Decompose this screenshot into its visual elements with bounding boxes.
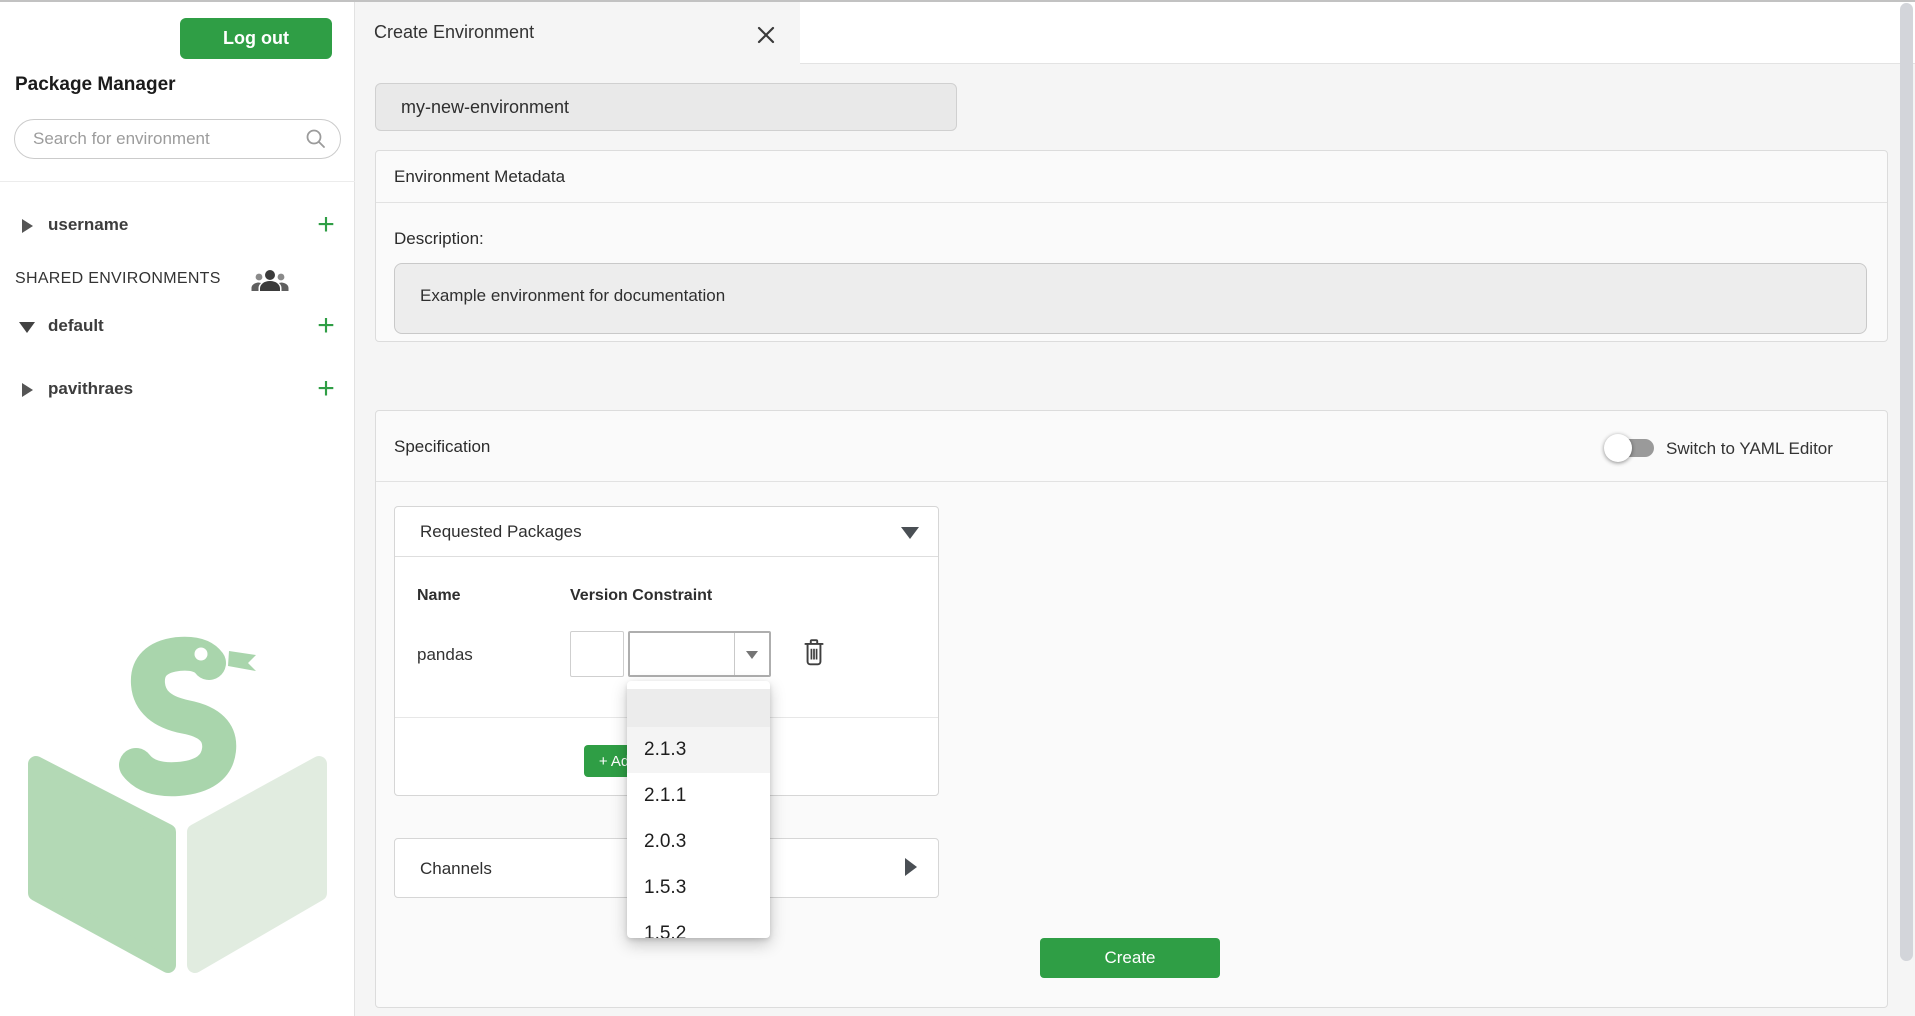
select-separator: [734, 633, 735, 675]
add-environment-button[interactable]: +: [308, 369, 344, 409]
column-header-version-constraint: Version Constraint: [570, 587, 712, 605]
specification-card: Specification Switch to YAML Editor Requ…: [375, 410, 1888, 1008]
sidebar-divider: [0, 181, 355, 182]
conda-store-logo: [18, 618, 338, 998]
tab-create-environment[interactable]: Create Environment: [355, 2, 800, 64]
tab-title: Create Environment: [374, 22, 534, 43]
description-label: Description:: [394, 229, 484, 249]
chevron-right-icon[interactable]: [22, 383, 33, 397]
version-option[interactable]: 2.1.3: [627, 727, 770, 773]
chevron-down-icon[interactable]: [19, 322, 35, 333]
toggle-knob: [1604, 434, 1632, 462]
window-top-border: [0, 0, 1915, 2]
create-button[interactable]: Create: [1040, 938, 1220, 978]
people-icon: [250, 264, 290, 296]
version-option[interactable]: 2.0.3: [627, 819, 770, 865]
add-environment-button[interactable]: +: [308, 306, 344, 346]
shared-environments-heading: SHARED ENVIRONMENTS: [0, 258, 355, 302]
sidebar-item-default[interactable]: default +: [0, 305, 355, 349]
version-select[interactable]: [628, 631, 771, 677]
namespace-label: default: [48, 316, 104, 336]
app-window: Create Environment Log out Package Manag…: [0, 0, 1915, 1016]
sidebar: Log out Package Manager username + SHARE…: [0, 0, 355, 1016]
sidebar-item-username[interactable]: username +: [0, 204, 355, 248]
metadata-card-header: Environment Metadata: [376, 151, 1887, 203]
sidebar-item-pavithraes[interactable]: pavithraes +: [0, 368, 355, 412]
app-title: Package Manager: [15, 74, 176, 96]
package-name: pandas: [417, 645, 473, 665]
tabbar-empty-space: [800, 0, 1915, 64]
close-icon[interactable]: [755, 24, 777, 46]
requested-packages-header[interactable]: Requested Packages: [395, 507, 938, 557]
column-header-name: Name: [417, 587, 461, 605]
add-environment-button[interactable]: +: [308, 205, 344, 245]
specification-header: Specification Switch to YAML Editor: [376, 411, 1887, 482]
requested-packages-title: Requested Packages: [420, 522, 582, 542]
namespace-label: pavithraes: [48, 379, 133, 399]
version-option-blank[interactable]: [627, 689, 770, 727]
environment-metadata-card: Environment Metadata Description: Exampl…: [375, 150, 1888, 342]
specification-title: Specification: [394, 437, 490, 457]
shared-environments-label: SHARED ENVIRONMENTS: [15, 270, 221, 288]
yaml-editor-toggle[interactable]: [1604, 434, 1658, 462]
channels-title: Channels: [420, 859, 492, 879]
chevron-down-icon: [901, 527, 919, 539]
metadata-title: Environment Metadata: [394, 167, 565, 187]
chevron-right-icon: [905, 858, 917, 876]
select-arrow-icon: [746, 651, 758, 659]
namespace-label: username: [48, 215, 128, 235]
vertical-scrollbar-thumb[interactable]: [1900, 3, 1913, 961]
logout-button[interactable]: Log out: [180, 18, 332, 59]
environment-name-input[interactable]: [375, 83, 957, 131]
chevron-right-icon[interactable]: [22, 219, 33, 233]
version-option[interactable]: 1.5.3: [627, 865, 770, 911]
description-textarea[interactable]: Example environment for documentation: [394, 263, 1867, 334]
constraint-operator-input[interactable]: [570, 631, 624, 677]
version-option[interactable]: 1.5.2: [627, 911, 770, 938]
version-option[interactable]: 2.1.1: [627, 773, 770, 819]
delete-package-icon[interactable]: [801, 637, 827, 667]
version-menu: 2.1.32.1.12.0.31.5.31.5.2: [627, 681, 770, 938]
environment-search: [14, 119, 341, 159]
search-input[interactable]: [14, 119, 341, 159]
yaml-toggle-label: Switch to YAML Editor: [1666, 439, 1833, 459]
search-icon: [303, 126, 329, 152]
